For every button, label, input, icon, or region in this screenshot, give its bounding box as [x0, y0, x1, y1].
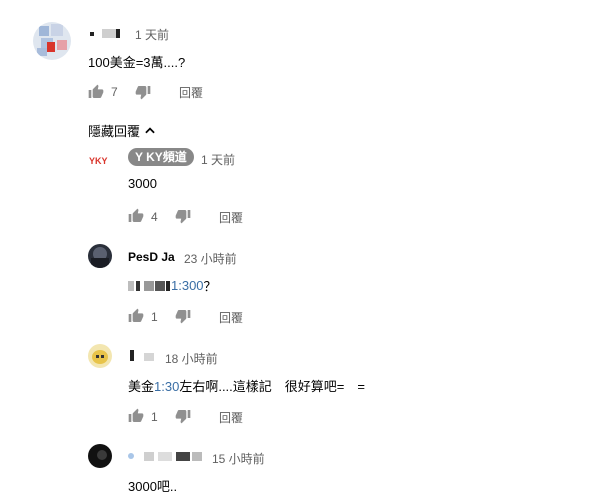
thumbs-up-icon[interactable]: [128, 208, 144, 224]
hide-replies-label: 隱藏回覆: [88, 124, 141, 139]
avatar[interactable]: [88, 344, 112, 368]
like-count: 4: [151, 210, 158, 224]
thumbs-down-icon[interactable]: [175, 308, 191, 324]
reply-author[interactable]: [128, 350, 160, 362]
avatar[interactable]: YKY: [88, 148, 112, 172]
hide-replies-button[interactable]: 隱藏回覆: [88, 121, 157, 140]
avatar[interactable]: [88, 244, 112, 268]
reply-button[interactable]: 回覆: [219, 309, 243, 326]
chevron-up-icon: [143, 124, 157, 138]
thumbs-up-icon[interactable]: [88, 84, 104, 100]
thumbs-down-icon[interactable]: [135, 84, 151, 100]
reply-button[interactable]: 回覆: [219, 409, 243, 426]
timestamp-link[interactable]: 1:30: [154, 379, 179, 394]
like-count: 1: [151, 310, 158, 324]
like-count: 7: [111, 85, 118, 99]
reply-text: 3000: [128, 176, 157, 191]
reply-button[interactable]: 回覆: [179, 84, 203, 101]
comment-time[interactable]: 1 天前: [135, 26, 169, 43]
thumbs-up-icon[interactable]: [128, 308, 144, 324]
avatar[interactable]: [88, 444, 112, 468]
reply-text: 1:300 ？: [128, 276, 217, 295]
reply-text: 美金1:30左右啊....這樣記 很好算吧= =: [128, 379, 365, 394]
reply-author[interactable]: PesD Ja: [128, 250, 175, 264]
redacted-mention: [128, 280, 171, 292]
reply-time[interactable]: 18 小時前: [165, 350, 218, 367]
reply-time[interactable]: 1 天前: [201, 151, 235, 168]
thumbs-down-icon[interactable]: [175, 208, 191, 224]
comment-author[interactable]: [88, 27, 130, 39]
comment-text: 100美金=3萬....?: [88, 55, 186, 70]
like-count: 1: [151, 410, 158, 424]
reply-time[interactable]: 15 小時前: [212, 450, 265, 467]
reply-author[interactable]: [128, 450, 208, 462]
thumbs-up-icon[interactable]: [128, 408, 144, 424]
channel-author-badge[interactable]: Y KY頻道: [128, 148, 194, 166]
avatar[interactable]: [33, 22, 71, 60]
thumbs-down-icon[interactable]: [175, 408, 191, 424]
reply-time[interactable]: 23 小時前: [184, 250, 237, 267]
reply-text: 3000吧..: [128, 479, 178, 494]
timestamp-link[interactable]: 1:300: [171, 278, 204, 293]
reply-button[interactable]: 回覆: [219, 209, 243, 226]
